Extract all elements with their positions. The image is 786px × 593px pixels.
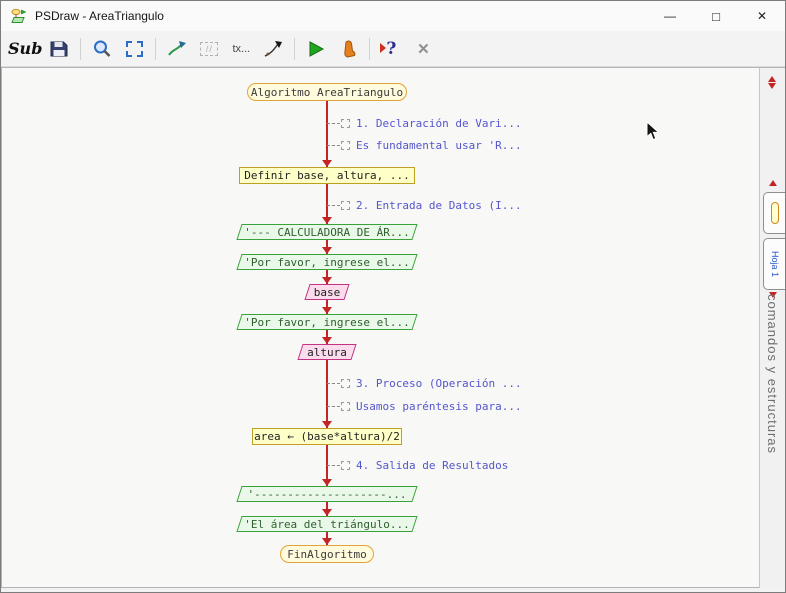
save-button[interactable]	[44, 35, 74, 63]
zoom-button[interactable]	[87, 35, 117, 63]
toolbar-separator	[80, 38, 81, 60]
help-red-accent-icon	[380, 43, 386, 53]
toolbar-separator	[294, 38, 295, 60]
comment-connector	[327, 205, 340, 206]
subprocess-button[interactable]: Sub	[8, 35, 42, 63]
sheet-tab-label: Hoja 1	[770, 251, 780, 277]
panel-resize-grip-icon[interactable]	[768, 76, 776, 89]
window-title: PSDraw - AreaTriangulo	[35, 9, 164, 23]
node-output-prompt-base[interactable]: 'Por favor, ingrese el...	[239, 254, 415, 270]
flow-arrow-icon	[322, 307, 332, 314]
help-question-icon: ?	[386, 39, 396, 59]
comment-anchor-icon	[341, 201, 350, 210]
maximize-button[interactable]: □	[693, 1, 739, 31]
comment-anchor-icon	[341, 119, 350, 128]
comment-node[interactable]: 2. Entrada de Datos (I...	[327, 198, 522, 212]
node-output-result[interactable]: 'El área del triángulo...	[239, 516, 415, 532]
zoom-magnifier-icon	[92, 39, 112, 59]
right-side-strip: Hoja 1 comandos y estructuras	[759, 67, 786, 588]
comment-connector	[327, 406, 340, 407]
sheet-tab-main[interactable]	[763, 192, 786, 234]
grip-down-arrow-icon	[768, 83, 776, 89]
flow-arrow-icon	[322, 247, 332, 254]
help-button[interactable]: ?	[376, 35, 406, 63]
node-process-area[interactable]: area ← (base*altura)/2	[252, 428, 402, 445]
node-process-definir[interactable]: Definir base, altura, ...	[239, 167, 415, 184]
pen-tool-button[interactable]	[258, 35, 288, 63]
flow-arrow-icon	[322, 509, 332, 516]
comment-connector	[327, 123, 340, 124]
flow-arrow-icon	[322, 277, 332, 284]
flow-arrow-icon	[322, 337, 332, 344]
node-output-separator[interactable]: '--------------------...	[239, 486, 415, 502]
commands-panel-label[interactable]: comandos y estructuras	[765, 294, 780, 454]
arrow-draw-button[interactable]	[162, 35, 192, 63]
fit-view-icon	[123, 39, 145, 59]
app-icon	[11, 8, 27, 24]
mini-terminator-shape-icon	[771, 202, 779, 224]
mouse-cursor-icon	[646, 121, 660, 141]
comment-anchor-icon	[341, 461, 350, 470]
psdraw-window: PSDraw - AreaTriangulo — □ ✕ Sub	[0, 0, 786, 593]
window-controls: — □ ✕	[647, 1, 785, 31]
toolbar-separator	[369, 38, 370, 60]
flow-arrow-icon	[322, 479, 332, 486]
fit-view-button[interactable]	[119, 35, 149, 63]
node-input-altura[interactable]: altura	[300, 344, 354, 360]
run-play-icon	[306, 39, 326, 59]
close-x-icon: ✕	[417, 40, 430, 58]
sheet-tab-hoja1[interactable]: Hoja 1	[763, 238, 786, 290]
comment-anchor-icon	[341, 141, 350, 150]
run-step-icon	[339, 39, 357, 59]
flowchart-canvas[interactable]: Algoritmo AreaTriangulo 1. Declaración d…	[1, 67, 759, 588]
toolbar-separator	[155, 38, 156, 60]
arrow-draw-icon	[166, 39, 188, 59]
run-button[interactable]	[301, 35, 331, 63]
save-floppy-icon	[49, 39, 69, 59]
node-output-prompt-altura[interactable]: 'Por favor, ingrese el...	[239, 314, 415, 330]
node-end-terminator[interactable]: FinAlgoritmo	[280, 545, 374, 563]
node-input-base[interactable]: base	[307, 284, 347, 300]
comment-node[interactable]: Usamos paréntesis para...	[327, 399, 522, 413]
titlebar: PSDraw - AreaTriangulo — □ ✕	[1, 1, 785, 31]
comment-connector	[327, 383, 340, 384]
comment-node[interactable]: 3. Proceso (Operación ...	[327, 376, 522, 390]
comment-anchor-icon	[341, 379, 350, 388]
selection-button[interactable]: //	[194, 35, 224, 63]
node-output-header[interactable]: '--- CALCULADORA DE ÁR...	[239, 224, 415, 240]
minimize-button[interactable]: —	[647, 1, 693, 31]
flow-arrow-icon	[322, 160, 332, 167]
comment-connector	[327, 145, 340, 146]
flow-arrow-icon	[322, 538, 332, 545]
comment-anchor-icon	[341, 402, 350, 411]
text-tool-button[interactable]: tx...	[226, 35, 256, 63]
comment-node[interactable]: Es fundamental usar 'R...	[327, 138, 522, 152]
text-tool-label: tx...	[233, 43, 251, 55]
subprocess-label: Sub	[8, 39, 42, 58]
flow-arrow-icon	[322, 217, 332, 224]
grip-up-arrow-icon	[768, 76, 776, 82]
node-start-terminator[interactable]: Algoritmo AreaTriangulo	[247, 83, 407, 101]
comment-connector	[327, 465, 340, 466]
run-step-button[interactable]	[333, 35, 363, 63]
close-drawing-button[interactable]: ✕	[408, 35, 438, 63]
flow-arrow-icon	[322, 421, 332, 428]
comment-node[interactable]: 4. Salida de Resultados	[327, 458, 508, 472]
pen-nib-icon	[262, 39, 284, 59]
close-button[interactable]: ✕	[739, 1, 785, 31]
comment-node[interactable]: 1. Declaración de Vari...	[327, 116, 522, 130]
selection-dashed-icon: //	[200, 42, 218, 56]
toolbar: Sub	[1, 31, 785, 67]
tab-scroll-up-icon[interactable]	[769, 180, 777, 186]
